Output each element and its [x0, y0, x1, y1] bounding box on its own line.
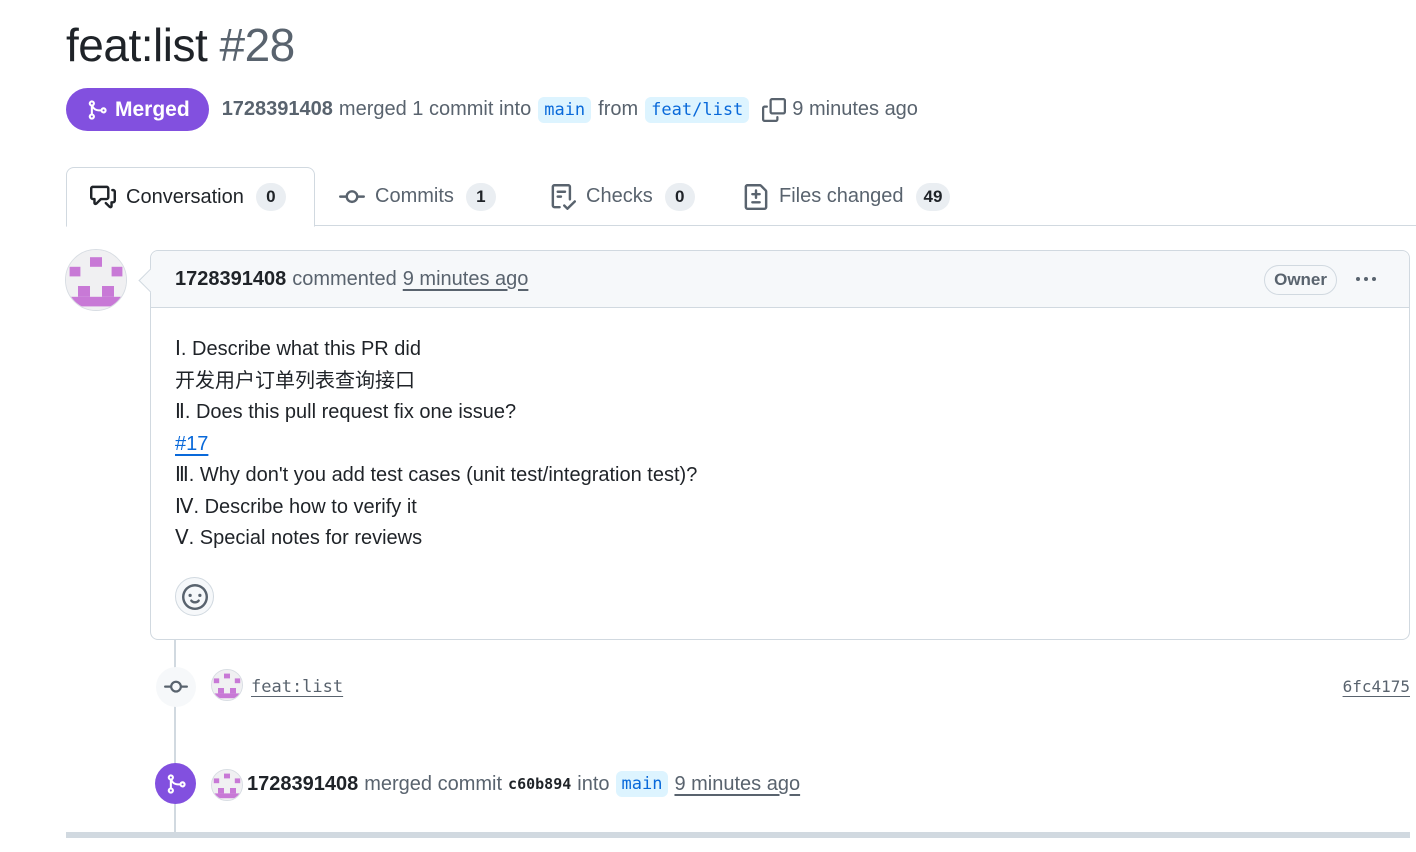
comment-body: Ⅰ. Describe what this PR did 开发用户订单列表查询接…	[151, 308, 1409, 555]
merged-state-badge: Merged	[66, 88, 209, 131]
tab-commits-count: 1	[465, 182, 496, 211]
tab-conversation-label: Conversation	[126, 185, 244, 208]
tab-checks[interactable]: Checks 0	[550, 167, 695, 226]
comment-header: 1728391408 commented 9 minutes ago Owner	[151, 251, 1409, 308]
tab-files-changed[interactable]: Files changed 49	[743, 167, 951, 226]
merge-event: 1728391408 merged commit c60b894 into ma…	[247, 768, 800, 800]
tab-files-changed-count: 49	[915, 182, 951, 211]
copy-icon[interactable]	[762, 97, 787, 122]
tab-conversation-count: 0	[255, 183, 286, 211]
merge-event-badge	[155, 763, 196, 804]
base-branch-link[interactable]: main	[538, 96, 592, 123]
identicon-icon	[212, 670, 242, 700]
tab-conversation[interactable]: Conversation 0	[66, 167, 315, 227]
comment-line: Ⅰ. Describe what this PR did	[175, 338, 421, 360]
identicon-icon	[66, 250, 126, 310]
issue-link[interactable]: #17	[175, 433, 208, 455]
pr-author-link[interactable]: 1728391408	[222, 98, 333, 121]
merge-into-text: into	[577, 772, 610, 795]
git-merge-icon	[167, 773, 186, 794]
file-diff-icon	[744, 183, 768, 210]
comment-line: Ⅲ. Why don't you add test cases (unit te…	[175, 464, 698, 486]
commit-sha-link[interactable]: 6fc4175	[1343, 677, 1410, 696]
merge-event-text: merged commit	[364, 772, 503, 795]
merge-target-branch-link[interactable]: main	[615, 771, 669, 797]
add-reaction-button[interactable]	[175, 577, 214, 616]
tab-commits[interactable]: Commits 1	[339, 167, 496, 226]
commit-message-link[interactable]: feat:list	[251, 677, 343, 697]
pr-description-comment: 1728391408 commented 9 minutes ago Owner…	[150, 250, 1410, 640]
tab-checks-label: Checks	[586, 185, 653, 207]
comment-author-avatar[interactable]	[65, 249, 127, 311]
tab-checks-count: 0	[664, 182, 695, 211]
identicon-icon	[212, 770, 242, 800]
git-commit-icon	[164, 680, 188, 693]
timeline-end-divider	[66, 832, 1410, 838]
pr-tabs: Conversation 0 Commits 1 Checks 0 Files …	[66, 167, 1416, 227]
kebab-dot	[1364, 277, 1368, 281]
merge-timestamp-link[interactable]: 9 minutes ago	[674, 773, 800, 796]
tab-files-changed-label: Files changed	[779, 185, 904, 207]
tab-commits-label: Commits	[375, 185, 454, 207]
merge-author-avatar[interactable]	[211, 769, 243, 801]
pr-number: #28	[219, 19, 296, 71]
owner-badge: Owner	[1264, 265, 1337, 295]
head-branch-link[interactable]: feat/list	[645, 96, 750, 123]
from-text: from	[598, 98, 639, 120]
merge-author-link[interactable]: 1728391408	[247, 773, 358, 796]
comment-line: Ⅱ. Does this pull request fix one issue?	[175, 401, 517, 423]
comment-line: Ⅳ. Describe how to verify it	[175, 495, 417, 518]
pr-title: feat:list #28	[66, 18, 295, 72]
comment-line: 开发用户订单列表查询接口	[175, 369, 415, 392]
comment-discussion-icon	[90, 185, 116, 209]
commit-author-avatar[interactable]	[211, 669, 243, 701]
pr-time-ago: 9 minutes ago	[792, 98, 918, 120]
git-commit-icon	[339, 189, 365, 203]
pr-title-text: feat:list	[66, 19, 208, 71]
commit-event-badge	[156, 667, 196, 707]
merge-commit-sha-link[interactable]: c60b894	[508, 775, 571, 793]
kebab-dot	[1372, 277, 1376, 281]
pr-status-row: Merged 1728391408 merged 1 commit into m…	[66, 88, 918, 131]
comment-action: commented	[292, 267, 397, 290]
merged-state-label: Merged	[115, 97, 190, 121]
smiley-icon	[181, 583, 208, 610]
git-merge-icon	[88, 99, 107, 120]
checklist-icon	[551, 183, 576, 210]
comment-timestamp-link[interactable]: 9 minutes ago	[403, 268, 529, 291]
comment-author-link[interactable]: 1728391408	[175, 268, 286, 291]
comment-options-button[interactable]	[1351, 267, 1381, 291]
pr-summary-text: merged 1 commit into	[338, 98, 532, 120]
comment-line: Ⅴ. Special notes for reviews	[175, 527, 423, 549]
kebab-dot	[1356, 277, 1360, 281]
